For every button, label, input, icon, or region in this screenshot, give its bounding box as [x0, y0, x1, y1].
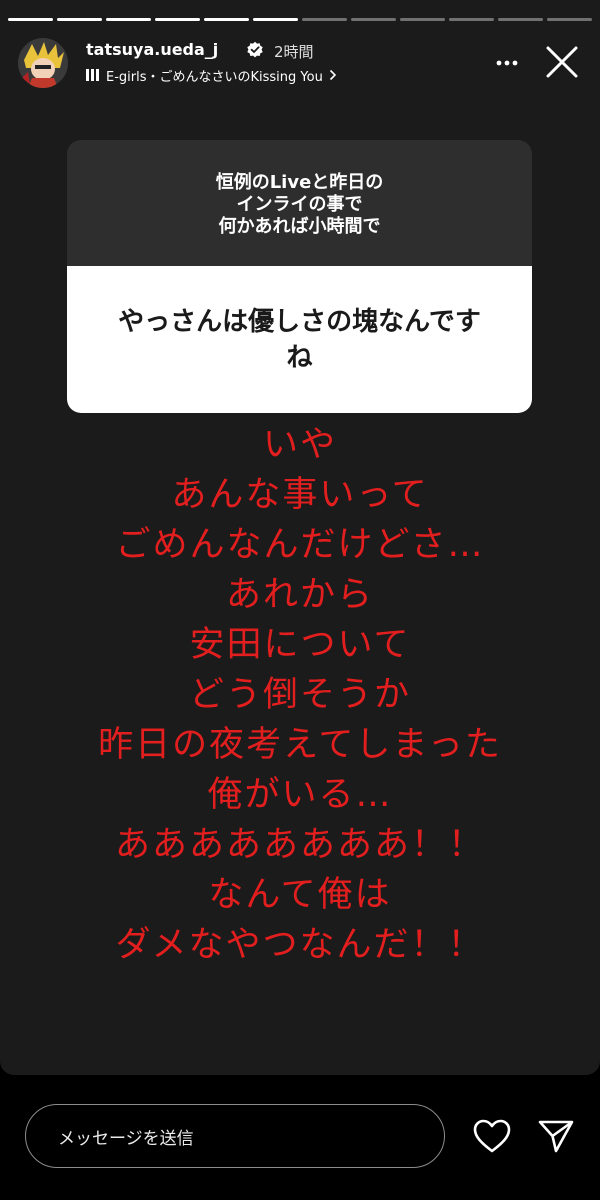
story-progress-bar [8, 18, 592, 22]
verified-badge-icon [247, 41, 263, 58]
send-icon[interactable] [537, 1118, 575, 1154]
progress-segment [302, 18, 347, 21]
progress-segment [400, 18, 445, 21]
close-icon[interactable] [542, 42, 582, 82]
progress-segment [204, 18, 249, 21]
chevron-right-icon [329, 69, 336, 81]
reply-line: 俺がいる… [207, 775, 393, 815]
story-card[interactable]: tatsuya.ueda_j 2時間 E-girls・ごめんなさいのKissin… [0, 0, 600, 1075]
music-bars-icon [86, 69, 100, 81]
reply-line: 安田について [189, 625, 411, 665]
reply-line: 昨日の夜考えてしまった [98, 725, 502, 765]
reply-line: いや [262, 425, 337, 465]
reply-text: いや あんな事いって ごめんなんだけどさ… あれから 安田について どう倒そうか… [0, 420, 600, 970]
reply-line: ああああああああ！！ [114, 825, 485, 865]
progress-segment [106, 18, 151, 21]
reply-line: ごめんなんだけどさ… [115, 525, 485, 565]
message-placeholder: メッセージを送信 [58, 1128, 194, 1149]
question-answer-line: やっさんは優しさの塊なんです [118, 306, 481, 337]
question-prompt: 恒例のLiveと昨日の インライの事で 何かあれば小時間で [67, 140, 532, 266]
progress-segment [449, 18, 494, 21]
progress-segment [57, 18, 102, 21]
avatar[interactable] [18, 38, 68, 88]
reply-line: あれから [225, 575, 374, 615]
reply-line: なんて俺は [208, 875, 392, 915]
reply-line: どう倒そうか [188, 675, 411, 715]
question-sticker[interactable]: 恒例のLiveと昨日の インライの事で 何かあれば小時間で やっさんは優しさの塊… [67, 140, 532, 413]
progress-segment [498, 18, 543, 21]
music-attribution[interactable]: E-girls・ごめんなさいのKissing You [86, 66, 337, 85]
reply-line: あんな事いって [171, 475, 429, 515]
username[interactable]: tatsuya.ueda_j [86, 40, 218, 59]
music-label: E-girls・ごめんなさいのKissing You [106, 69, 323, 85]
question-answer: やっさんは優しさの塊なんです ね [67, 266, 532, 413]
more-icon[interactable] [492, 48, 522, 78]
question-prompt-line: インライの事で [236, 194, 363, 215]
progress-segment [547, 18, 592, 21]
reply-line: ダメなやつなんだ！！ [115, 925, 485, 965]
message-input[interactable]: メッセージを送信 [25, 1104, 445, 1168]
progress-segment [253, 18, 298, 21]
heart-icon[interactable] [472, 1118, 512, 1154]
question-answer-line: ね [286, 342, 313, 373]
progress-segment [351, 18, 396, 21]
progress-segment [8, 18, 53, 21]
question-prompt-line: 恒例のLiveと昨日の [215, 172, 384, 193]
story-header: tatsuya.ueda_j 2時間 E-girls・ごめんなさいのKissin… [18, 36, 582, 88]
progress-segment [155, 18, 200, 21]
post-time: 2時間 [274, 43, 314, 61]
question-prompt-line: 何かあれば小時間で [218, 216, 381, 237]
